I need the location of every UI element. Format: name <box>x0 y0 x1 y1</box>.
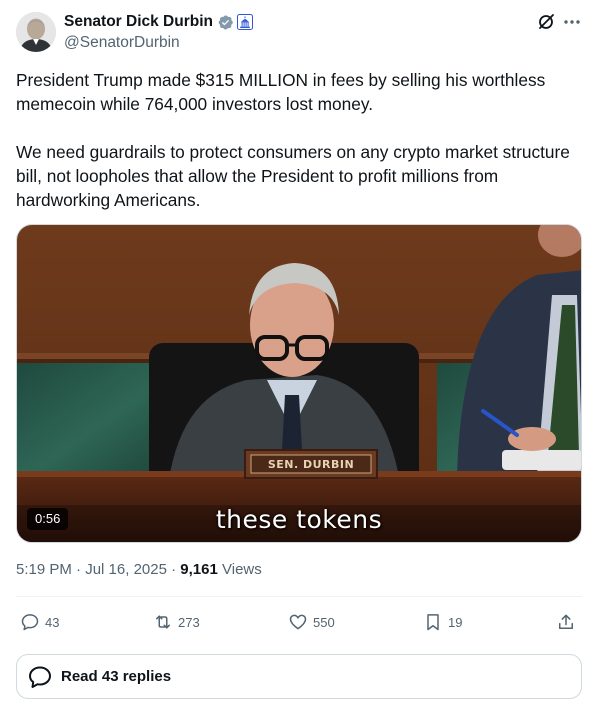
views-label: Views <box>222 561 262 578</box>
bookmark-button[interactable]: 19 <box>423 608 462 636</box>
timestamp-time[interactable]: 5:19 PM <box>16 561 72 578</box>
tweet-header: Senator Dick Durbin @SenatorDurbin <box>16 10 582 54</box>
timestamp-date[interactable]: Jul 16, 2025 <box>85 561 167 578</box>
divider <box>16 596 582 597</box>
action-bar: 43 273 550 19 <box>16 608 582 636</box>
avatar[interactable] <box>16 12 56 52</box>
read-replies-button[interactable]: Read 43 replies <box>16 654 582 699</box>
reply-count: 43 <box>45 614 60 630</box>
like-button[interactable]: 550 <box>288 608 335 636</box>
meta-separator: · <box>171 561 177 578</box>
more-icon[interactable] <box>562 12 582 32</box>
meta-separator: · <box>76 561 82 578</box>
tweet-text: President Trump made $315 MILLION in fee… <box>16 68 586 212</box>
tweet-meta: 5:19 PM · Jul 16, 2025 · 9,161 Views <box>16 560 262 580</box>
reply-bubble-icon <box>29 666 51 688</box>
repost-icon <box>156 615 170 629</box>
video-player[interactable]: SEN. DURBIN 0:56 these tokens <box>16 224 582 543</box>
nameplate-text: SEN. DURBIN <box>268 458 354 471</box>
heart-icon <box>289 614 307 630</box>
grok-icon[interactable] <box>536 12 556 32</box>
handle[interactable]: @SenatorDurbin <box>64 33 253 53</box>
government-badge-icon <box>237 14 253 30</box>
display-name[interactable]: Senator Dick Durbin <box>64 13 213 31</box>
repost-button[interactable]: 273 <box>153 608 200 636</box>
author-names: Senator Dick Durbin @SenatorDurbin <box>64 11 253 53</box>
reply-icon <box>21 614 39 631</box>
tweet-paragraph: President Trump made $315 MILLION in fee… <box>16 70 546 114</box>
reply-button[interactable]: 43 <box>20 608 59 636</box>
verified-badge-icon <box>218 15 233 29</box>
repost-count: 273 <box>178 614 200 630</box>
share-button[interactable] <box>556 608 576 636</box>
bookmark-count: 19 <box>448 614 463 630</box>
like-count: 550 <box>313 614 335 630</box>
tweet-paragraph: We need guardrails to protect consumers … <box>16 142 570 210</box>
views-count: 9,161 <box>180 561 218 578</box>
bookmark-icon <box>427 614 439 631</box>
read-replies-label: Read 43 replies <box>61 668 172 685</box>
share-icon <box>559 614 573 629</box>
video-caption: these tokens <box>215 505 383 534</box>
video-frame: SEN. DURBIN <box>17 225 581 542</box>
